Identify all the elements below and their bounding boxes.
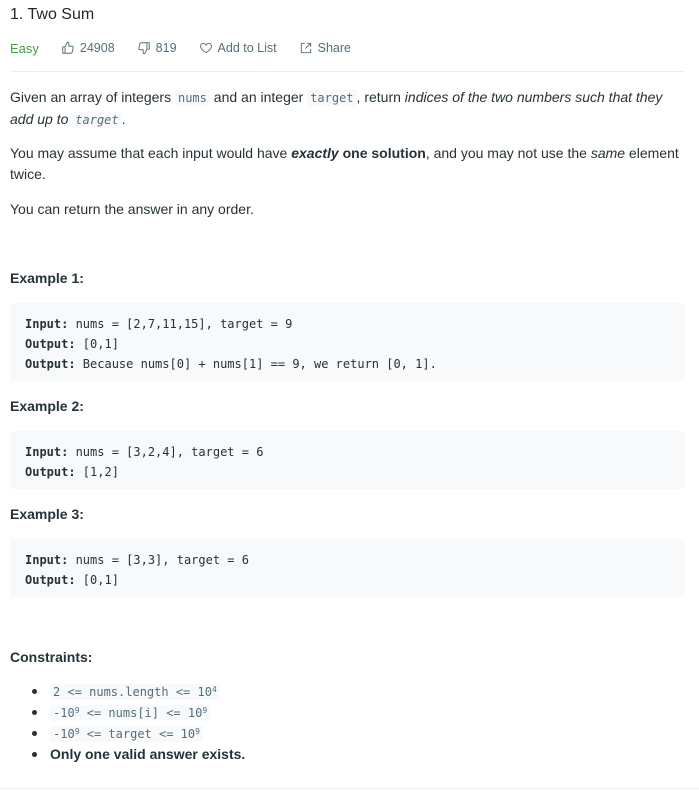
example-2-block: Input: nums = [3,2,4], target = 6 Output… — [10, 431, 685, 489]
input-label: Input: — [25, 317, 69, 331]
constraint-item: 2 <= nums.length <= 104 — [32, 681, 245, 702]
example-line: Output: Because nums[0] + nums[1] == 9, … — [25, 354, 670, 374]
explanation-label: Output: — [25, 357, 76, 371]
text: Given an array of integers — [10, 89, 175, 105]
example-line: Input: nums = [2,7,11,15], target = 9 — [25, 314, 670, 334]
heart-icon — [199, 42, 212, 54]
share-icon — [300, 42, 311, 54]
constraint-item: Only one valid answer exists. — [32, 744, 245, 765]
text: 2 <= nums.length <= 10 — [53, 685, 212, 699]
example-2-title: Example 2: — [10, 398, 84, 414]
difficulty-badge: Easy — [10, 40, 39, 56]
input-label: Input: — [25, 445, 69, 459]
add-to-list-button[interactable]: Add to List — [199, 41, 277, 55]
text: and an integer — [209, 89, 308, 105]
dislike-button[interactable]: 819 — [137, 41, 177, 55]
add-to-list-label: Add to List — [217, 41, 277, 55]
example-1-block: Input: nums = [2,7,11,15], target = 9 Ou… — [10, 303, 685, 381]
constraint-text: Only one valid answer exists. — [50, 746, 246, 762]
text: You may assume that each input would hav… — [10, 145, 292, 161]
thumbs-down-icon — [137, 42, 150, 55]
thumbs-up-icon — [62, 41, 74, 54]
example-3-title: Example 3: — [10, 506, 84, 522]
bottom-divider — [0, 788, 699, 789]
output-value: [1,2] — [75, 465, 119, 479]
emphasis-same: same — [590, 145, 626, 161]
share-label: Share — [317, 41, 351, 55]
constraints-title: Constraints: — [10, 649, 93, 665]
output-value: [0,1] — [75, 337, 119, 351]
like-button[interactable]: 24908 — [61, 41, 115, 55]
inline-code-nums: nums — [174, 90, 210, 106]
constraints-list: 2 <= nums.length <= 104 -109 <= nums[i] … — [32, 681, 245, 765]
example-line: Output: [0,1] — [25, 570, 670, 590]
problem-title: 1. Two Sum — [10, 6, 95, 23]
superscript: 4 — [211, 685, 217, 694]
example-3-block: Input: nums = [3,3], target = 6 Output: … — [10, 539, 685, 597]
example-line: Input: nums = [3,3], target = 6 — [25, 550, 670, 570]
like-count: 24908 — [79, 41, 115, 55]
input-label: Input: — [25, 553, 69, 567]
description-paragraph-3: You can return the answer in any order. — [10, 201, 254, 217]
output-value: [0,1] — [75, 573, 119, 587]
text: -10 — [53, 727, 75, 741]
input-value: nums = [2,7,11,15], target = 9 — [68, 317, 293, 331]
explanation-value: Because nums[0] + nums[1] == 9, we retur… — [75, 357, 437, 371]
superscript: 9 — [195, 727, 200, 736]
text: , return — [356, 89, 405, 105]
share-button[interactable]: Share — [299, 41, 351, 55]
input-value: nums = [3,3], target = 6 — [68, 553, 249, 567]
text: -10 — [53, 706, 75, 720]
text: . — [121, 111, 126, 127]
constraint-code: 2 <= nums.length <= 104 — [50, 684, 220, 700]
dislike-count: 819 — [155, 41, 177, 55]
superscript: 9 — [202, 706, 208, 715]
constraint-item: -109 <= target <= 109 — [32, 723, 245, 744]
example-line: Output: [1,2] — [25, 462, 670, 482]
inline-code-target-2: target — [72, 112, 122, 128]
constraint-code: -109 <= nums[i] <= 109 — [50, 705, 211, 721]
text: , and you may not use the — [425, 145, 591, 161]
inline-code-target: target — [307, 90, 357, 106]
output-label: Output: — [25, 465, 76, 479]
example-line: Input: nums = [3,2,4], target = 6 — [25, 442, 670, 462]
strong-text: one solution — [338, 145, 426, 161]
description-paragraph-1: Given an array of integers nums and an i… — [10, 87, 685, 131]
example-1-title: Example 1: — [10, 270, 84, 286]
input-value: nums = [3,2,4], target = 6 — [68, 445, 264, 459]
output-label: Output: — [25, 573, 76, 587]
emphasis-exactly: exactly — [291, 145, 339, 161]
text: <= nums[i] <= 10 — [79, 706, 203, 720]
text: <= target <= 10 — [79, 727, 196, 741]
header-divider — [10, 71, 685, 72]
constraint-item: -109 <= nums[i] <= 109 — [32, 702, 245, 723]
constraint-code: -109 <= target <= 109 — [50, 726, 203, 742]
description-paragraph-2: You may assume that each input would hav… — [10, 143, 685, 185]
problem-meta-bar: Easy 24908 819 Add to List Share — [10, 38, 373, 58]
superscript: 9 — [74, 706, 80, 715]
example-line: Output: [0,1] — [25, 334, 670, 354]
output-label: Output: — [25, 337, 76, 351]
problem-page: 1. Two Sum Easy 24908 819 Add to List Sh… — [0, 0, 699, 794]
superscript: 9 — [74, 727, 80, 736]
